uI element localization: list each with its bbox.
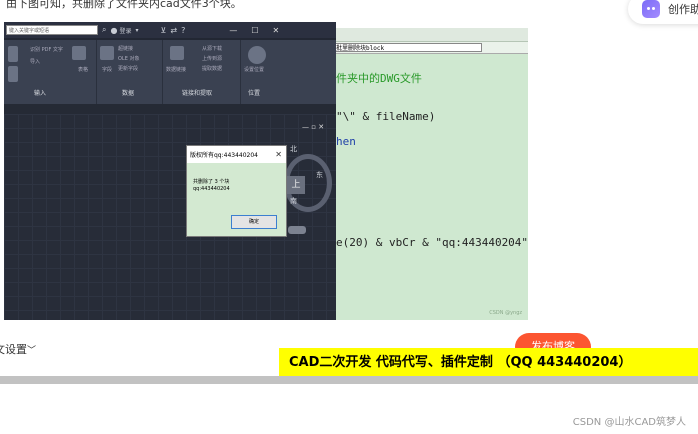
cad-titlebar: 键入关键字或短语 ⌕ ● 登录 ▾ ⊻ ⇄ ? — ☐ ✕ [4,22,336,38]
field-icon[interactable] [100,46,114,60]
dialog-message-qq: qq:443440204 [193,186,230,192]
viewport-controls[interactable]: — ▫ ✕ [302,123,324,131]
help-icon[interactable]: ? [181,26,185,35]
ribbon-item-data-link[interactable]: 数据链接 [166,66,186,73]
code-line-2: "\" & fileName) [336,110,436,123]
dialog-ok-button[interactable]: 确定 [231,215,277,229]
globe-icon[interactable] [248,46,266,64]
article-text: 由下图可知，共删除了文件夹内cad文件3个块。 [6,0,242,10]
editor-title-line: 批里删除块block [334,42,528,54]
minimize-button[interactable]: — [229,26,237,35]
user-icon[interactable]: ● [110,26,117,35]
login-label[interactable]: 登录 [119,26,131,35]
arrow-icon[interactable]: ⇄ [170,26,177,35]
maximize-button[interactable]: ☐ [251,26,258,35]
ribbon-group-input: 输入 [34,90,47,97]
cart-icon[interactable]: ⊻ [161,26,167,35]
message-dialog: 版权所有qq:443440204 ✕ 共删除了 3 个块 qq:44344020… [186,145,287,237]
article-settings-toggle[interactable]: 文设置﹀ [0,341,36,357]
dialog-titlebar: 版权所有qq:443440204 ✕ [187,146,286,163]
creation-assistant-label: 创作助 [668,3,698,16]
table-icon[interactable] [72,46,86,60]
data-link-icon[interactable] [170,46,184,60]
ribbon-panel: 识别 PDF 文字 导入 表格 字段 OLE 对象 更新字段 超链接 数据链接 … [4,40,336,104]
editor-title-text: 批里删除块block [336,45,385,52]
code-line-3: hen [336,135,356,148]
chevron-down-icon[interactable]: ▾ [135,27,138,34]
ribbon-item-upload[interactable]: 上传到源 [202,55,222,62]
ribbon-group-data: 数据 [122,90,135,97]
file-tab-bar [4,104,336,114]
compass-east: 东 [316,171,323,179]
compass-north: 北 [290,145,297,153]
divider-bar [0,376,698,384]
viewcube[interactable]: 北 东 南 上 [284,144,332,234]
ribbon-item-import[interactable]: 导入 [30,58,40,65]
pdf-import-icon[interactable] [8,46,18,62]
ribbon-item-pdf-text[interactable]: 识别 PDF 文字 [30,46,63,53]
ad-banner: CAD二次开发 代码代写、插件定制 （QQ 443440204） [279,348,698,378]
cad-search-input[interactable]: 键入关键字或短语 [6,25,98,35]
ribbon-item-table[interactable]: 表格 [78,66,88,73]
ribbon-item-hyperlink[interactable]: 超链接 [118,45,133,52]
ribbon-item-set-location[interactable]: 设置位置 [244,66,264,73]
chevron-down-icon: ﹀ [27,346,37,356]
dialog-title: 版权所有qq:443440204 [190,152,258,159]
ribbon-item-update-field[interactable]: 更新字段 [118,65,138,72]
viewcube-top-face[interactable]: 上 [287,176,305,194]
wcs-button[interactable] [288,226,306,234]
compass-south: 南 [290,197,297,205]
creation-assistant-button[interactable]: 创作助 [628,0,698,24]
dialog-close-button[interactable]: ✕ [275,150,282,159]
dialog-message: 共删除了 3 个块 [193,179,230,185]
search-icon[interactable]: ⌕ [102,25,106,35]
code-line-4: e(20) & vbCr & "qq:443440204", [336,236,528,249]
settings-label: 文设置 [0,343,27,356]
csdn-watermark: CSDN @山水CAD筑梦人 [572,417,686,428]
ribbon-item-ole[interactable]: OLE 对象 [118,55,139,62]
close-button[interactable]: ✕ [272,26,279,35]
ribbon-item-download[interactable]: 从源下载 [202,45,222,52]
robot-icon [642,0,660,18]
code-editor-screenshot: 批里删除块block 件夹中的DWG文件 "\" & fileName) hen… [334,28,528,320]
ribbon-item-field[interactable]: 字段 [102,66,112,73]
ribbon-group-link-extract: 链接和提取 [182,90,213,97]
code-line-1: 件夹中的DWG文件 [336,72,422,85]
import-icon[interactable] [8,66,18,82]
ribbon-group-location: 位置 [248,90,261,97]
editor-watermark: CSDN @yngz [489,310,522,316]
editor-toolbar [334,28,528,42]
ribbon-item-extract[interactable]: 提取数据 [202,65,222,72]
